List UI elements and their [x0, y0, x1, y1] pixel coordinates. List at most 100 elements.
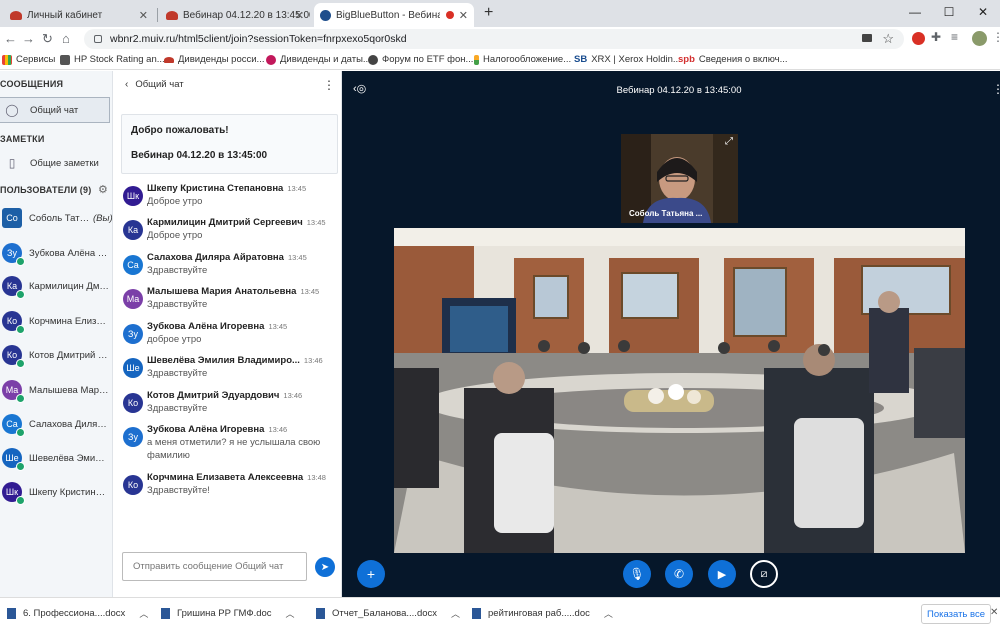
home-icon[interactable]: ⌂ [62, 31, 70, 46]
user-list-item[interactable]: Ка Кармилицин Дмит... [0, 272, 112, 300]
address-bar[interactable]: wbnr2.muiv.ru/html5client/join?sessionTo… [84, 29, 904, 49]
user-list-item[interactable]: Ко Котов Дмитрий Эд... [0, 341, 112, 369]
close-download-shelf-icon[interactable]: ✕ [990, 607, 998, 618]
bookmark-services[interactable]: Сервисы [2, 54, 55, 65]
shared-notes-nav[interactable]: ▯ Общие заметки [0, 150, 110, 176]
author-name: Котов Дмитрий Эдуардович [147, 390, 280, 401]
profile-avatar[interactable] [972, 31, 987, 46]
close-tab-icon[interactable]: ✕ [295, 9, 304, 22]
reading-list-icon[interactable]: ≡ [951, 30, 958, 44]
microphone-button[interactable]: 🎙︎ [623, 560, 651, 588]
user-name: Шкепу Кристина С... [29, 486, 109, 498]
show-all-downloads-button[interactable]: Показать все [921, 604, 991, 624]
avatar: Зу [2, 243, 25, 266]
chat-header[interactable]: ‹ Общий чат [125, 79, 184, 90]
bookmark-star-icon[interactable]: ☆ [882, 31, 894, 47]
camera-permission-icon[interactable] [862, 34, 872, 42]
chevron-up-icon[interactable]: ︿ [286, 607, 295, 620]
browser-tab-bigbluebutton[interactable]: BigBlueButton - Вебинар 04 ✕ [314, 3, 474, 27]
author-name: Кармилицин Дмитрий Сергеевич [147, 217, 303, 228]
new-tab-button[interactable]: + [484, 4, 493, 22]
message-time: 13:45 [287, 253, 307, 262]
user-list-item[interactable]: Ма Малышева Мария ... [0, 376, 112, 404]
user-list-item[interactable]: Ко Корчмина Елизаве... [0, 307, 112, 335]
message-time: 13:48 [307, 473, 326, 482]
microphone-status-icon [16, 496, 25, 505]
recording-icon [446, 11, 454, 19]
user-list-item[interactable]: Шк Шкепу Кристина С... [0, 478, 112, 506]
bookmark-dividend-dates[interactable]: Дивиденды и даты... [266, 54, 371, 65]
bookmark-label: Сведения о включ... [698, 54, 788, 65]
browser-tab-webinar[interactable]: Вебинар 04.12.20 в 13:45:00 ✕ [160, 3, 310, 27]
chevron-up-icon[interactable]: ︿ [604, 607, 613, 620]
presentation-stage: ‹◎ Вебинар 04.12.20 в 13:45:00 ⋮ ⤢ Собол… [342, 71, 1000, 597]
phone-audio-button[interactable]: ✆ [665, 560, 693, 588]
minimize-window-icon[interactable]: — [898, 0, 932, 24]
user-list-panel: СООБЩЕНИЯ ◯ Общий чат ЗАМЕТКИ ▯ Общие за… [0, 71, 113, 597]
options-menu-icon[interactable]: ⋮ [992, 82, 1000, 96]
extension-badge-icon[interactable] [912, 32, 925, 45]
avatar: Шк [2, 482, 25, 505]
close-tab-icon[interactable]: ✕ [459, 9, 468, 22]
bookmark-xerox[interactable]: SB XRX | Xerox Holdin... [574, 54, 681, 65]
user-list-item[interactable]: Зу Зубкова Алёна Иг... [0, 239, 112, 267]
download-filename: 6. Профессиона....docx [23, 608, 126, 619]
tab-title: Вебинар 04.12.20 в 13:45:00 [183, 9, 310, 21]
back-arrow-icon[interactable]: ← [4, 31, 17, 46]
word-document-icon [316, 608, 325, 619]
users-heading: ПОЛЬЗОВАТЕЛИ (9) [0, 185, 92, 195]
lock-icon [94, 35, 102, 43]
fullscreen-icon[interactable]: ⤢ [725, 136, 733, 147]
bookmark-inclusion-info[interactable]: spb Сведения о включ... [678, 54, 788, 65]
user-name: Зубкова Алёна Иг... [29, 247, 109, 259]
users-settings-gear-icon[interactable]: ⚙ [98, 183, 108, 196]
download-item[interactable]: рейтинговая раб.....doc ︿ [472, 607, 613, 620]
close-tab-icon[interactable]: ✕ [139, 9, 148, 22]
tab-divider [157, 8, 158, 22]
browser-menu-icon[interactable]: ⋮ [992, 30, 1000, 44]
public-chat-label: Общий чат [30, 104, 79, 116]
bookmark-taxation[interactable]: Налогообложение... [474, 54, 571, 65]
avatar: Ко [123, 393, 143, 413]
chevron-left-icon[interactable]: ‹ [125, 79, 128, 90]
user-list-item[interactable]: Со Соболь Татья... (Вы) [0, 204, 112, 232]
avatar: Ка [123, 220, 143, 240]
user-list-item[interactable]: Ше Шевелёва Эмилия... [0, 444, 112, 472]
site-favicon-icon [474, 54, 479, 65]
send-message-button[interactable]: ➤ [315, 557, 335, 577]
bookmark-russian-dividends[interactable]: Дивиденды росси... [164, 54, 264, 65]
browser-tab-personal-account[interactable]: Личный кабинет ✕ [4, 3, 154, 27]
download-filename: рейтинговая раб.....doc [488, 608, 590, 619]
actions-plus-button[interactable]: + [357, 560, 385, 588]
chat-message-input[interactable] [122, 552, 307, 581]
avatar-initials: Шк [5, 487, 19, 497]
extensions-puzzle-icon[interactable]: ✚ [931, 30, 941, 44]
message-text: Доброе утро [147, 230, 203, 241]
shared-video[interactable] [394, 228, 965, 553]
avatar-initials: Ше [5, 453, 19, 463]
forward-arrow-icon[interactable]: → [22, 31, 35, 46]
bookmark-etf-forum[interactable]: Форум по ETF фон... [368, 54, 473, 65]
avatar-initials: Зу [7, 248, 17, 258]
user-list-item[interactable]: Са Салахова Диляра ... [0, 410, 112, 438]
screen-share-button[interactable]: ⧄ [750, 560, 778, 588]
download-item[interactable]: Отчет_Баланова....docx ︿ [316, 607, 460, 620]
word-document-icon [161, 608, 170, 619]
chat-options-icon[interactable]: ⋮ [323, 78, 335, 92]
tab-title: Личный кабинет [27, 9, 103, 21]
bookmark-label: HP Stock Rating an... [74, 54, 165, 65]
close-window-icon[interactable]: ✕ [966, 0, 1000, 24]
download-item[interactable]: 6. Профессиона....docx ︿ [7, 607, 148, 620]
message-text: Здравствуйте [147, 299, 208, 310]
chevron-up-icon[interactable]: ︿ [139, 607, 148, 620]
webcam-button[interactable]: ▶ [708, 560, 736, 588]
download-filename: Отчет_Баланова....docx [332, 608, 438, 619]
maximize-window-icon[interactable]: ☐ [932, 0, 966, 24]
download-item[interactable]: Гришина РР ГМФ.doc ︿ [161, 607, 295, 620]
chevron-up-icon[interactable]: ︿ [451, 607, 460, 620]
author-name: Зубкова Алёна Игоревна [147, 321, 265, 332]
webcam-tile[interactable]: ⤢ Соболь Татьяна ... [621, 134, 738, 223]
public-chat-nav[interactable]: ◯ Общий чат [0, 97, 110, 123]
bookmark-hp-stock[interactable]: HP Stock Rating an... [60, 54, 165, 65]
reload-icon[interactable]: ↻ [42, 31, 53, 47]
